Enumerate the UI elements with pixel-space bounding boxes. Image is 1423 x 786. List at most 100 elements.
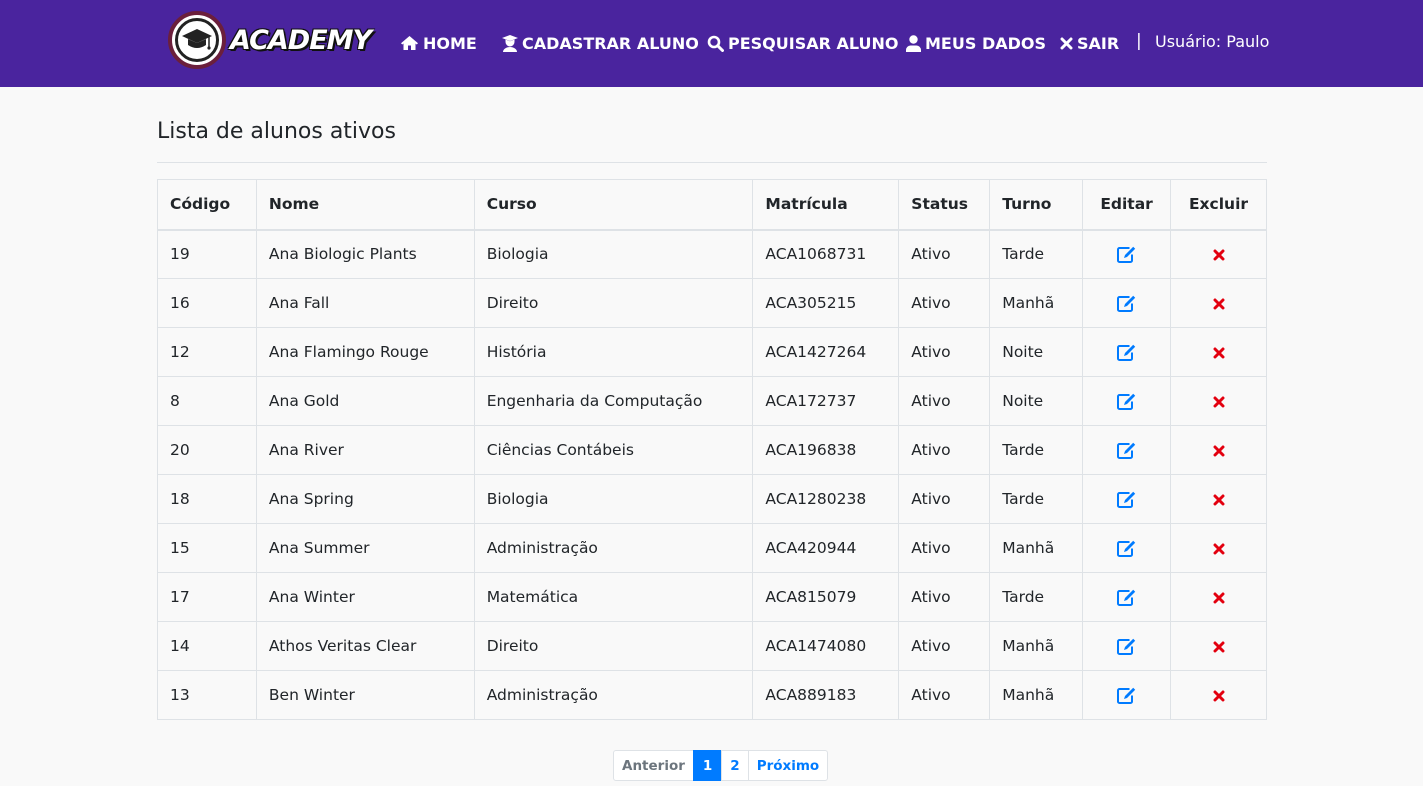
col-header-codigo[interactable]: Código <box>157 179 257 231</box>
delete-x-icon[interactable] <box>1213 392 1225 410</box>
cell-turno: Noite <box>989 327 1084 377</box>
table-row: 18 Ana Spring Biologia ACA1280238 Ativo Tarde <box>157 474 1267 524</box>
cell-codigo: 14 <box>157 621 257 671</box>
edit-button[interactable] <box>1082 474 1172 524</box>
delete-button[interactable] <box>1170 474 1267 524</box>
search-icon <box>707 35 724 52</box>
delete-x-icon[interactable] <box>1213 588 1225 606</box>
cell-status: Ativo <box>898 523 991 573</box>
delete-x-icon[interactable] <box>1213 294 1225 312</box>
col-header-turno[interactable]: Turno <box>989 179 1084 231</box>
pagination-page-2[interactable]: 2 <box>721 750 749 781</box>
nav-pesquisar-aluno[interactable]: PESQUISAR ALUNO <box>707 31 899 55</box>
nav-cadastrar-aluno[interactable]: CADASTRAR ALUNO <box>502 31 699 55</box>
cell-turno: Tarde <box>989 572 1084 622</box>
col-header-curso[interactable]: Curso <box>473 179 754 231</box>
cell-status: Ativo <box>898 376 991 426</box>
table-row: 14 Athos Veritas Clear Direito ACA1474080 At… <box>157 621 1267 671</box>
cell-turno: Manhã <box>989 278 1084 328</box>
delete-button[interactable] <box>1170 425 1267 475</box>
table-header-row: Código Nome Curso Matrícula Status Turno… <box>157 179 1267 231</box>
pagination-next[interactable]: Próximo <box>747 750 829 781</box>
nav-user-name: Usuário: Paulo <box>1155 32 1270 51</box>
cell-status: Ativo <box>898 278 991 328</box>
cell-curso: Administração <box>473 523 754 573</box>
edit-icon[interactable] <box>1117 686 1136 704</box>
edit-icon[interactable] <box>1117 392 1136 410</box>
delete-button[interactable] <box>1170 376 1267 426</box>
user-icon <box>906 34 921 52</box>
cell-matricula: ACA420944 <box>752 523 900 573</box>
cell-status: Ativo <box>898 572 991 622</box>
delete-button[interactable] <box>1170 670 1267 720</box>
cell-matricula: ACA172737 <box>752 376 900 426</box>
nav-home[interactable]: HOME <box>400 31 477 55</box>
edit-icon[interactable] <box>1117 245 1136 264</box>
delete-button[interactable] <box>1170 327 1267 377</box>
cell-turno: Manhã <box>989 523 1084 573</box>
edit-icon[interactable] <box>1117 539 1136 557</box>
cell-curso: Direito <box>473 278 754 328</box>
nav-meus-dados[interactable]: MEUS DADOS <box>906 31 1046 55</box>
delete-x-icon[interactable] <box>1213 245 1225 263</box>
delete-button[interactable] <box>1170 523 1267 573</box>
col-header-nome[interactable]: Nome <box>255 179 475 231</box>
edit-icon[interactable] <box>1117 343 1136 361</box>
delete-x-icon[interactable] <box>1213 686 1225 704</box>
edit-button[interactable] <box>1082 327 1172 377</box>
nav-sair[interactable]: SAIR <box>1060 31 1119 55</box>
col-header-status[interactable]: Status <box>898 179 991 231</box>
edit-button[interactable] <box>1082 523 1172 573</box>
cell-codigo: 20 <box>157 425 257 475</box>
edit-icon[interactable] <box>1117 588 1136 606</box>
pagination-previous[interactable]: Anterior <box>613 750 694 781</box>
cell-codigo: 12 <box>157 327 257 377</box>
nav-cadastrar-label: CADASTRAR ALUNO <box>522 33 699 53</box>
cell-codigo: 15 <box>157 523 257 573</box>
edit-icon[interactable] <box>1117 490 1136 508</box>
edit-button[interactable] <box>1082 376 1172 426</box>
delete-button[interactable] <box>1170 229 1267 279</box>
cell-matricula: ACA1474080 <box>752 621 900 671</box>
edit-button[interactable] <box>1082 278 1172 328</box>
delete-x-icon[interactable] <box>1213 637 1225 655</box>
cell-turno: Manhã <box>989 670 1084 720</box>
cell-status: Ativo <box>898 229 991 279</box>
table-row: 16 Ana Fall Direito ACA305215 Ativo Manhã <box>157 278 1267 328</box>
cell-status: Ativo <box>898 474 991 524</box>
edit-button[interactable] <box>1082 621 1172 671</box>
cell-status: Ativo <box>898 425 991 475</box>
edit-button[interactable] <box>1082 425 1172 475</box>
edit-icon[interactable] <box>1117 441 1136 459</box>
edit-button[interactable] <box>1082 229 1172 279</box>
cell-turno: Manhã <box>989 621 1084 671</box>
col-header-matricula[interactable]: Matrícula <box>752 179 900 231</box>
cell-turno: Tarde <box>989 229 1084 279</box>
graduation-cap-icon <box>168 11 226 69</box>
nav-pesquisar-label: PESQUISAR ALUNO <box>728 33 899 53</box>
edit-button[interactable] <box>1082 670 1172 720</box>
brand-logo[interactable]: ACADEMY <box>168 10 372 70</box>
title-divider <box>157 162 1267 163</box>
nav-sair-label: SAIR <box>1077 33 1120 53</box>
edit-button[interactable] <box>1082 572 1172 622</box>
nav-home-label: HOME <box>423 33 477 53</box>
delete-x-icon[interactable] <box>1213 343 1225 361</box>
edit-icon[interactable] <box>1117 294 1136 312</box>
delete-x-icon[interactable] <box>1213 539 1225 557</box>
pagination-page-1[interactable]: 1 <box>692 750 723 781</box>
delete-x-icon[interactable] <box>1213 441 1225 459</box>
pagination: Anterior 1 2 Próximo <box>613 750 829 781</box>
cell-matricula: ACA1280238 <box>752 474 900 524</box>
table-row: 8 Ana Gold Engenharia da Computação ACA1727… <box>157 376 1267 426</box>
edit-icon[interactable] <box>1117 637 1136 655</box>
delete-button[interactable] <box>1170 572 1267 622</box>
delete-x-icon[interactable] <box>1213 490 1225 508</box>
table-row: 20 Ana River Ciências Contábeis ACA196838 At… <box>157 425 1267 475</box>
cell-status: Ativo <box>898 327 991 377</box>
cell-turno: Tarde <box>989 474 1084 524</box>
cell-codigo: 19 <box>157 229 257 279</box>
delete-button[interactable] <box>1170 278 1267 328</box>
delete-button[interactable] <box>1170 621 1267 671</box>
cell-matricula: ACA305215 <box>752 278 900 328</box>
